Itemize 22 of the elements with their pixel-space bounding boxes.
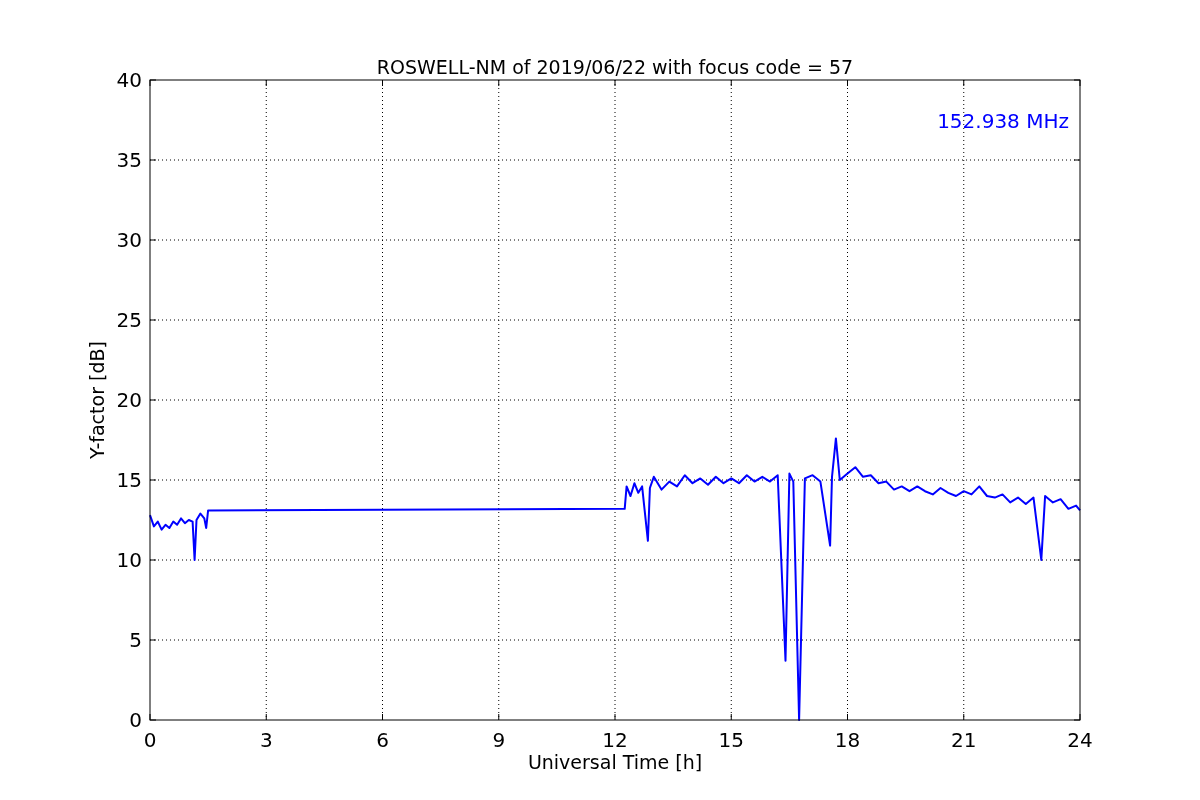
y-tick-label: 30 <box>116 228 142 252</box>
x-tick-label: 0 <box>143 728 157 752</box>
y-tick-label: 40 <box>116 68 142 92</box>
x-tick-label: 3 <box>259 728 273 752</box>
y-axis-label: Y-factor [dB] <box>86 341 108 459</box>
x-axis-label: Universal Time [h] <box>527 751 703 773</box>
chart-title: ROSWELL-NM of 2019/06/22 with focus code = 57 <box>376 56 854 78</box>
x-tick-label: 24 <box>1067 728 1093 752</box>
y-tick-label: 25 <box>116 308 142 332</box>
x-tick-label: 21 <box>951 728 977 752</box>
x-tick-label: 12 <box>602 728 628 752</box>
x-tick-label: 15 <box>718 728 744 752</box>
y-tick-label: 10 <box>116 548 142 572</box>
y-tick-label: 35 <box>116 148 142 172</box>
y-tick-label: 15 <box>116 468 142 492</box>
y-tick-label: 5 <box>129 628 142 652</box>
series-label: 152.938 MHz <box>937 109 1069 133</box>
y-tick-label: 20 <box>116 388 142 412</box>
x-tick-label: 18 <box>834 728 861 752</box>
y-tick-label: 0 <box>129 708 142 732</box>
x-tick-label: 6 <box>376 728 389 752</box>
x-tick-label: 9 <box>492 728 506 752</box>
